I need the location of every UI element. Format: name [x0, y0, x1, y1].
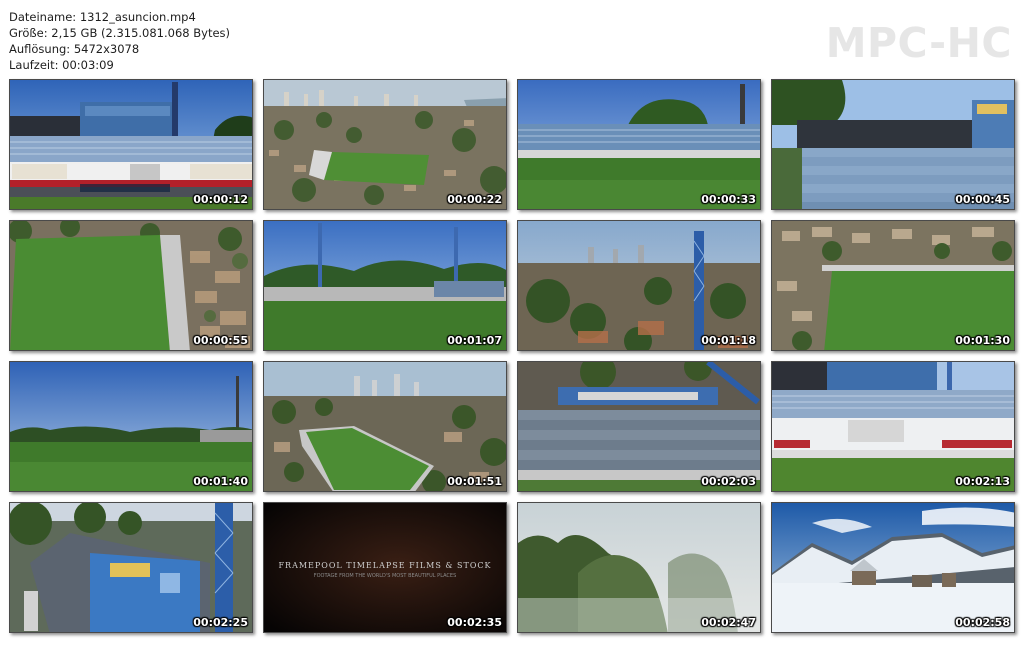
size-line: Größe: 2,15 GB (2.315.081.068 Bytes)	[9, 26, 231, 40]
thumbnail-timestamp: 00:00:33	[701, 193, 756, 206]
thumbnail-timestamp: 00:02:03	[701, 475, 756, 488]
thumbnail-timestamp: 00:01:18	[701, 334, 756, 347]
thumbnail-timestamp: 00:02:47	[701, 616, 756, 629]
thumbnail: 00:00:33	[517, 79, 761, 210]
thumbnail-timestamp: 00:02:58	[955, 616, 1010, 629]
thumbnail: 00:00:45	[771, 79, 1015, 210]
thumbnail: 00:02:03	[517, 361, 761, 492]
resolution-line: Auflösung: 5472x3078	[9, 42, 140, 56]
thumbnail: 00:01:40	[9, 361, 253, 492]
thumbnail: 00:00:55	[9, 220, 253, 351]
thumbnail-image	[518, 80, 760, 209]
thumbnail-timestamp: 00:00:12	[193, 193, 248, 206]
thumbnail: 00:02:58	[771, 502, 1015, 633]
thumbnail-timestamp: 00:01:07	[447, 334, 502, 347]
file-info: Dateiname: 1312_asuncion.mp4 Größe: 2,15…	[9, 9, 230, 73]
thumbnail-timestamp: 00:00:45	[955, 193, 1010, 206]
thumbnail-timestamp: 00:01:51	[447, 475, 502, 488]
thumbnail: 00:01:30	[771, 220, 1015, 351]
thumbnail-grid: 00:00:12 00:00:22 00:00:33 00:00:45 00:0…	[9, 79, 1015, 635]
thumbnail-timestamp: 00:02:25	[193, 616, 248, 629]
thumbnail-image	[772, 221, 1014, 350]
title-card-caption: FRAMEPOOL TIMELAPSE FILMS & STOCK	[278, 561, 492, 570]
thumbnail-image	[518, 221, 760, 350]
thumbnail-image	[772, 503, 1014, 632]
thumbnail-image	[10, 221, 252, 350]
mpc-hc-logo: MPC-HC	[825, 19, 1012, 67]
thumbnail-image	[518, 503, 760, 632]
thumbnail-timestamp: 00:00:55	[193, 334, 248, 347]
thumbnail-image	[772, 80, 1014, 209]
thumbnail-timestamp: 00:02:35	[447, 616, 502, 629]
thumbnail-timestamp: 00:00:22	[447, 193, 502, 206]
thumbnail: 00:02:47	[517, 502, 761, 633]
filename-line: Dateiname: 1312_asuncion.mp4	[9, 10, 196, 24]
title-card-subcaption: FOOTAGE FROM THE WORLD'S MOST BEAUTIFUL …	[313, 573, 457, 579]
thumbnail-image	[264, 362, 506, 491]
thumbnail-image	[518, 362, 760, 491]
duration-line: Laufzeit: 00:03:09	[9, 58, 114, 72]
thumbnail: 00:01:51	[263, 361, 507, 492]
thumbnail-image	[772, 362, 1014, 491]
thumbnail: 00:00:22	[263, 79, 507, 210]
thumbnail-image	[264, 80, 506, 209]
thumbnail-image	[264, 221, 506, 350]
thumbnail-timestamp: 00:01:30	[955, 334, 1010, 347]
thumbnail: 00:02:13	[771, 361, 1015, 492]
thumbnail-image	[10, 362, 252, 491]
thumbnail: 00:01:07	[263, 220, 507, 351]
thumbnail-timestamp: 00:02:13	[955, 475, 1010, 488]
thumbnail: FRAMEPOOL TIMELAPSE FILMS & STOCK FOOTAGE…	[263, 502, 507, 633]
thumbnail-image	[10, 80, 252, 209]
thumbnail-image	[10, 503, 252, 632]
thumbnail: 00:00:12	[9, 79, 253, 210]
thumbnail-timestamp: 00:01:40	[193, 475, 248, 488]
thumbnail: 00:02:25	[9, 502, 253, 633]
thumbnail: 00:01:18	[517, 220, 761, 351]
